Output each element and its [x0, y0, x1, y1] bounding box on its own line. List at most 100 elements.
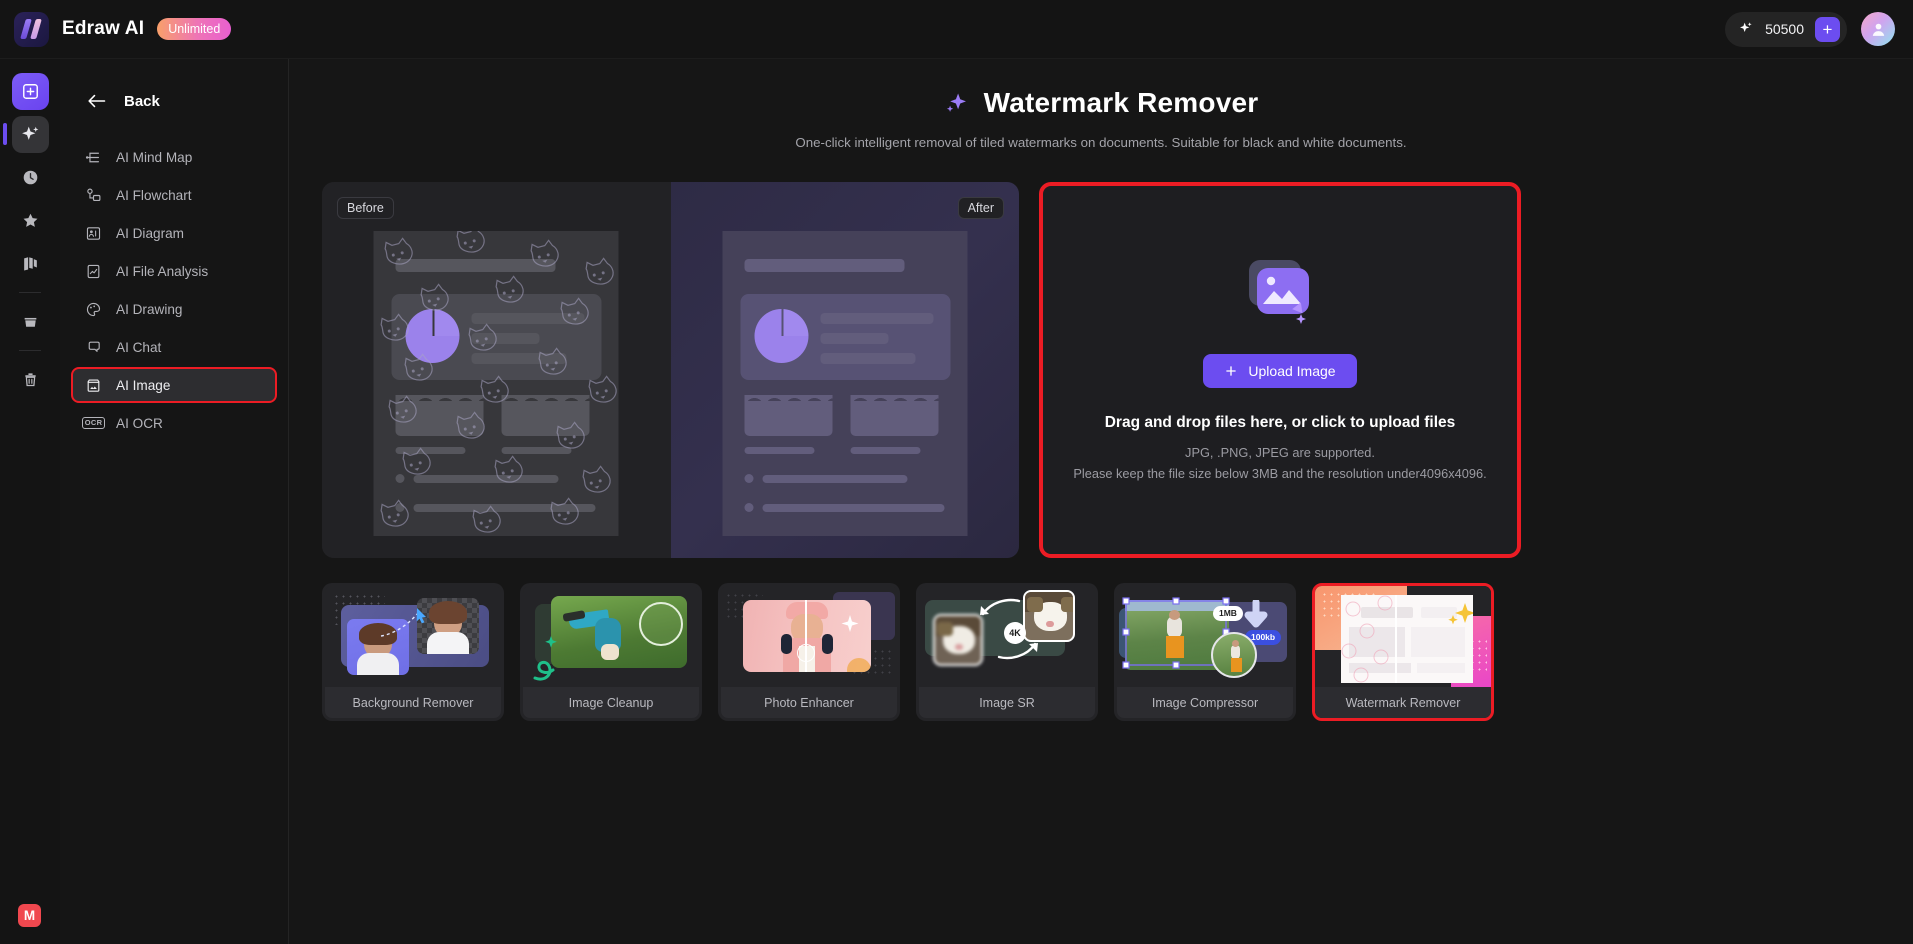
content-row: Before After Upload Image Drag and drop … — [289, 182, 1913, 558]
preview-before: Before — [322, 182, 671, 558]
dropzone-formats: JPG, .PNG, JPEG are supported. — [1185, 445, 1375, 461]
tool-thumbnail: 1MB 100kb — [1117, 586, 1293, 687]
rail-divider — [19, 350, 41, 351]
tool-label: Photo Enhancer — [721, 687, 897, 718]
sidebar-item-ai-image[interactable]: AI Image — [71, 367, 277, 403]
upload-image-button[interactable]: Upload Image — [1203, 354, 1357, 389]
clock-icon — [23, 170, 37, 185]
palette-icon — [85, 301, 102, 318]
sidebar-item-label: AI Diagram — [116, 225, 184, 241]
tool-thumbnail: 4K — [919, 586, 1095, 687]
sidebar-item-ai-drawing[interactable]: AI Drawing — [71, 291, 277, 327]
sidebar-item-recent[interactable] — [12, 159, 49, 196]
cat-face-watermark-icon — [379, 231, 619, 536]
chat-bubble-icon — [85, 339, 102, 356]
folder-icon — [24, 317, 36, 327]
sidebar-item-ai-file-analysis[interactable]: AI File Analysis — [71, 253, 277, 289]
before-label: Before — [337, 197, 394, 219]
sidebar-item-ai-ocr[interactable]: OCR AI OCR — [71, 405, 277, 441]
tool-thumbnail — [721, 586, 897, 687]
diagram-icon — [85, 225, 102, 242]
star-icon — [23, 213, 37, 227]
sidebar-item-label: AI Mind Map — [116, 149, 193, 165]
sparkle-icon — [21, 126, 38, 140]
tool-card-image-cleanup[interactable]: Image Cleanup — [520, 583, 702, 721]
dropzone-limits: Please keep the file size below 3MB and … — [1073, 465, 1487, 481]
mind-map-icon — [85, 149, 102, 166]
sparkle-icon — [1740, 22, 1752, 32]
new-document-button[interactable] — [11, 73, 49, 110]
tool-strip: Background Remover Image Cleanup Photo E… — [289, 583, 1913, 721]
sidebar-item-files[interactable] — [12, 303, 49, 340]
top-bar: Edraw AI Unlimited 50500 + — [0, 0, 1913, 59]
sidebar-item-ai-mind-map[interactable]: AI Mind Map — [71, 139, 277, 175]
status-badge: M — [18, 904, 41, 927]
tool-card-photo-enhancer[interactable]: Photo Enhancer — [718, 583, 900, 721]
tool-thumbnail — [523, 586, 699, 687]
resolution-badge: 4K — [1009, 628, 1021, 638]
tool-card-background-remover[interactable]: Background Remover — [322, 583, 504, 721]
sidebar-item-trash[interactable] — [12, 361, 49, 398]
tool-thumbnail — [1315, 586, 1491, 687]
ocr-icon: OCR — [82, 415, 105, 432]
preview-after: After — [670, 182, 1019, 558]
plus-icon — [1226, 366, 1237, 376]
tool-card-image-compressor[interactable]: 1MB 100kb Image Compressor — [1114, 583, 1296, 721]
plan-badge: Unlimited — [157, 18, 232, 40]
before-after-preview: Before After — [322, 182, 1019, 558]
brand-name: Edraw AI — [62, 18, 145, 39]
cat-face-watermark-icon — [1341, 595, 1393, 683]
sidebar-item-label: AI File Analysis — [116, 263, 209, 279]
after-document — [722, 231, 968, 536]
tool-label: Image Cleanup — [523, 687, 699, 718]
sparkle-icon — [1448, 603, 1473, 625]
sidebar-item-gallery[interactable] — [12, 245, 49, 282]
sparkle-icon — [841, 615, 859, 632]
lasso-icon — [533, 636, 557, 681]
credits-amount: 50500 — [1765, 21, 1804, 37]
icon-rail: M — [0, 59, 60, 944]
image-upload-icon — [1241, 258, 1319, 328]
sidebar-item-label: AI OCR — [116, 415, 163, 431]
sidebar-item-label: AI Chat — [116, 339, 162, 355]
edraw-logo-icon — [14, 11, 49, 47]
sidebar-item-favorites[interactable] — [12, 202, 49, 239]
avatar[interactable] — [1861, 12, 1895, 46]
page-header: Watermark Remover — [289, 87, 1913, 119]
plus-square-icon — [22, 84, 38, 99]
sidebar-item-label: AI Flowchart — [116, 187, 192, 203]
arrow-left-icon — [88, 94, 106, 108]
after-label: After — [957, 197, 1004, 219]
upload-dropzone[interactable]: Upload Image Drag and drop files here, o… — [1039, 182, 1521, 558]
sidebar-item-ai-flowchart[interactable]: AI Flowchart — [71, 177, 277, 213]
dropzone-headline: Drag and drop files here, or click to up… — [1104, 414, 1456, 432]
sidebar-item-ai-chat[interactable]: AI Chat — [71, 329, 277, 365]
image-icon — [85, 377, 102, 394]
tool-card-image-sr[interactable]: 4K Image SR — [916, 583, 1098, 721]
sidebar-item-label: AI Image — [116, 377, 171, 393]
tool-label: Image Compressor — [1117, 687, 1293, 718]
sidebar-item-ai-diagram[interactable]: AI Diagram — [71, 215, 277, 251]
user-avatar-icon — [1872, 23, 1884, 36]
tool-card-watermark-remover[interactable]: Watermark Remover — [1312, 583, 1494, 721]
size-before-badge: 1MB — [1213, 606, 1243, 621]
back-label: Back — [124, 92, 160, 110]
sparkle-icon — [946, 93, 966, 112]
tool-thumbnail — [325, 586, 501, 687]
nav-panel: Back AI Mind Map AI Flowchart AI Diagram… — [60, 59, 289, 944]
trash-icon — [24, 373, 36, 387]
tool-label: Background Remover — [325, 687, 501, 718]
page-title: Watermark Remover — [983, 87, 1259, 118]
brand: Edraw AI Unlimited — [14, 11, 232, 47]
add-credits-button[interactable]: + — [1815, 16, 1840, 42]
tool-label: Watermark Remover — [1315, 687, 1491, 718]
sidebar-item-ai-tools[interactable] — [2, 116, 49, 153]
sidebar-item-label: AI Drawing — [116, 301, 183, 317]
download-arrow-icon — [1244, 600, 1268, 628]
top-bar-right: 50500 + — [1725, 11, 1895, 47]
upload-image-label: Upload Image — [1248, 363, 1336, 380]
credits-widget[interactable]: 50500 + — [1725, 11, 1847, 47]
rail-divider — [19, 292, 41, 293]
before-document — [373, 231, 619, 536]
back-button[interactable]: Back — [60, 85, 288, 117]
